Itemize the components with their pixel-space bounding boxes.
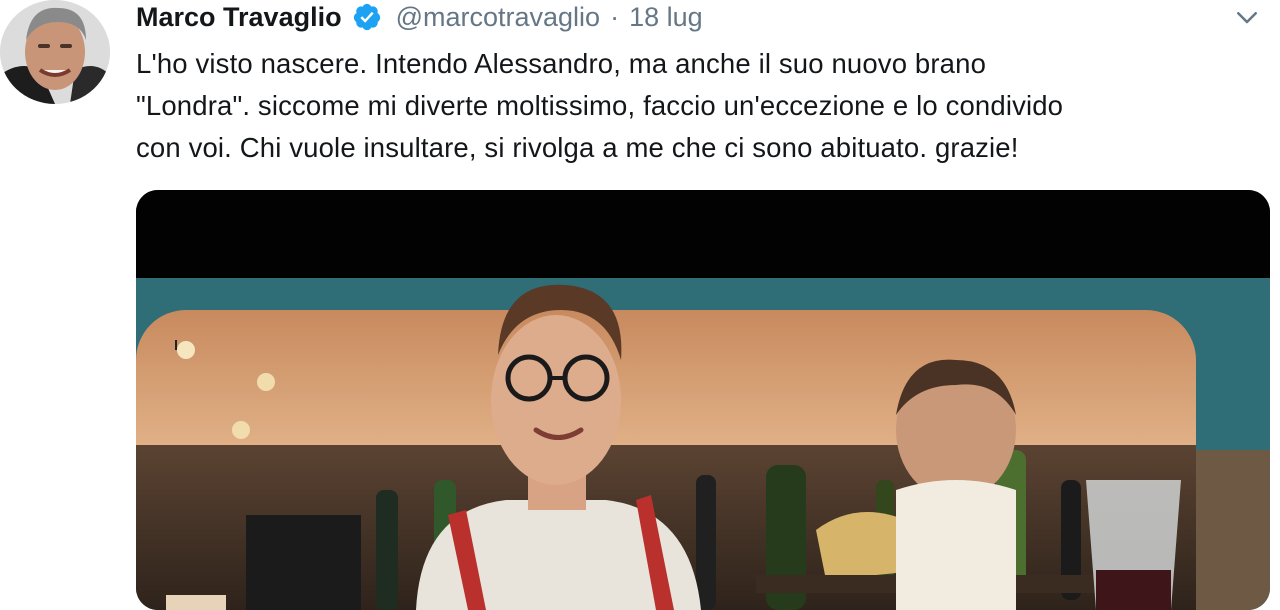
tweet-text: L'ho visto nascere. Intendo Alessandro, … [136,43,1261,169]
tweet-date[interactable]: 18 lug [629,2,703,33]
verified-badge-icon [352,2,382,32]
author-name[interactable]: Marco Travaglio [136,2,342,33]
tweet-header: Marco Travaglio @marcotravaglio · 18 lug [136,0,703,34]
author-avatar[interactable] [0,0,110,104]
tweet-text-line: L'ho visto nascere. Intendo Alessandro, … [136,48,987,79]
separator-dot: · [610,1,620,32]
tweet-text-line: con voi. Chi vuole insultare, si rivolga… [136,132,1019,163]
chevron-down-icon[interactable] [1232,2,1262,32]
video-frame [136,190,1270,610]
avatar-portrait [0,0,110,104]
tweet-text-line: "Londra". siccome mi diverte moltissimo,… [136,90,1064,121]
author-handle[interactable]: @marcotravaglio [396,2,600,33]
video-player[interactable] [136,190,1270,610]
